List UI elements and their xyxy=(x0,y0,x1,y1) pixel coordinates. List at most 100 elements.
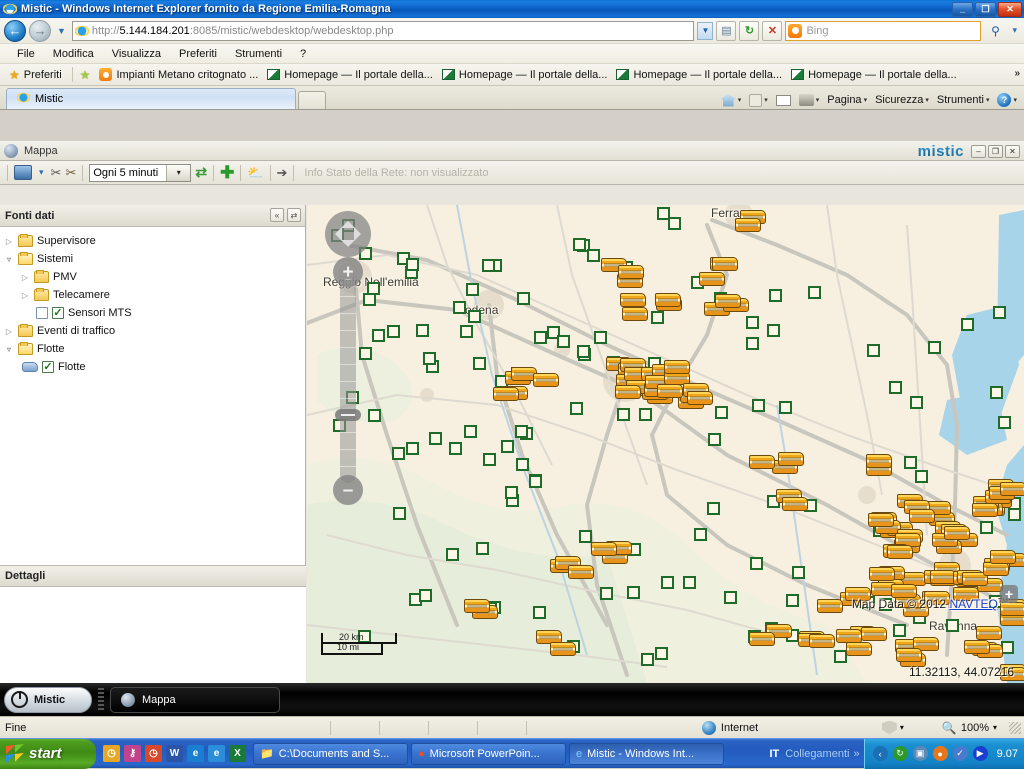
layer-image-icon[interactable] xyxy=(14,165,32,180)
windows-start-button[interactable]: start xyxy=(0,738,96,769)
sensor-marker[interactable] xyxy=(534,330,548,344)
fleet-vehicle-marker[interactable] xyxy=(1000,481,1024,496)
sensor-marker[interactable] xyxy=(707,502,721,516)
menu-item-visualizza[interactable]: Visualizza xyxy=(103,46,170,62)
fleet-vehicle-marker[interactable] xyxy=(943,525,970,540)
fleet-vehicle-marker[interactable] xyxy=(964,639,991,654)
history-dropdown-icon[interactable]: ▼ xyxy=(54,26,69,36)
sensor-marker[interactable] xyxy=(579,529,593,543)
fleet-vehicle-marker[interactable] xyxy=(749,455,776,470)
fleet-vehicle-marker[interactable] xyxy=(686,391,713,406)
favorites-button[interactable]: ★ Preferiti xyxy=(6,68,68,82)
tools-menu-button[interactable]: Strumenti ▾ xyxy=(934,93,993,107)
security-zone[interactable]: Internet xyxy=(701,720,882,735)
favorite-link-4[interactable]: Homepage — Il portale della... xyxy=(788,68,963,82)
zoom-out-button[interactable]: – xyxy=(333,475,363,505)
word-icon[interactable]: W xyxy=(166,745,183,762)
chevron-down-icon[interactable]: ▿ xyxy=(4,345,14,354)
sensor-marker[interactable] xyxy=(660,575,674,589)
menu-item-help[interactable]: ? xyxy=(291,46,315,62)
tree-item-pmv[interactable]: ▷ PMV xyxy=(4,268,305,286)
fleet-vehicle-marker[interactable] xyxy=(777,451,804,466)
layer-dropdown-caret[interactable]: ▾ xyxy=(36,167,47,178)
fleet-vehicle-marker[interactable] xyxy=(620,293,647,308)
fleet-vehicle-marker[interactable] xyxy=(663,360,690,375)
favorites-overflow-icon[interactable]: » xyxy=(1014,68,1020,79)
sensor-marker[interactable] xyxy=(516,458,530,472)
sensor-marker[interactable] xyxy=(990,386,1004,400)
sensor-marker[interactable] xyxy=(791,565,805,579)
sensor-marker[interactable] xyxy=(419,588,433,602)
sensor-marker[interactable] xyxy=(415,323,429,337)
sensor-marker[interactable] xyxy=(367,281,381,295)
fleet-vehicle-marker[interactable] xyxy=(891,584,918,599)
collapse-panel-button[interactable]: « xyxy=(270,208,284,222)
add-icon[interactable]: ✚ xyxy=(220,164,234,181)
refresh-interval-select[interactable]: Ogni 5 minuti ▾ xyxy=(89,163,192,182)
map-canvas[interactable]: Reggio Nell'emilia Modena Ferrara Ravenn… xyxy=(307,205,1024,683)
sensor-marker[interactable] xyxy=(468,309,482,323)
sensor-marker[interactable] xyxy=(656,207,670,220)
mail-button[interactable] xyxy=(773,94,794,107)
sensor-marker[interactable] xyxy=(892,624,906,638)
sensori-mts-checkbox[interactable]: ✓ xyxy=(52,307,64,319)
sensor-marker[interactable] xyxy=(501,440,514,453)
fleet-vehicle-marker[interactable] xyxy=(712,257,739,272)
map-zoom-control[interactable]: + – xyxy=(333,257,363,505)
sensor-marker[interactable] xyxy=(528,474,542,488)
sensor-marker[interactable] xyxy=(807,286,821,300)
fleet-vehicle-marker[interactable] xyxy=(781,497,808,512)
sensor-marker[interactable] xyxy=(532,606,546,620)
url-dropdown-icon[interactable]: ▼ xyxy=(697,21,714,40)
sensor-marker[interactable] xyxy=(769,288,783,302)
sensor-marker[interactable] xyxy=(723,590,737,604)
sensor-marker[interactable] xyxy=(833,650,847,664)
fleet-vehicle-marker[interactable] xyxy=(492,386,519,401)
app-minimize-button[interactable]: – xyxy=(971,145,986,158)
url-input[interactable]: http://5.144.184.201:8085/mistic/webdesk… xyxy=(71,20,695,41)
sensor-marker[interactable] xyxy=(749,556,763,570)
sensor-marker[interactable] xyxy=(465,283,479,297)
excel-icon[interactable]: X xyxy=(229,745,246,762)
fleet-vehicle-marker[interactable] xyxy=(808,634,835,649)
help-menu-button[interactable]: ? ▾ xyxy=(994,92,1020,108)
sensor-marker[interactable] xyxy=(514,424,528,438)
sensor-marker[interactable] xyxy=(472,356,486,370)
fleet-vehicle-marker[interactable] xyxy=(699,272,726,287)
favorite-link-2[interactable]: Homepage — Il portale della... xyxy=(439,68,614,82)
resize-grip[interactable] xyxy=(1009,721,1021,734)
sensor-marker[interactable] xyxy=(516,291,530,305)
tab-mistic[interactable]: Mistic xyxy=(6,88,296,109)
sensor-marker[interactable] xyxy=(569,401,583,415)
menu-item-preferiti[interactable]: Preferiti xyxy=(170,46,226,62)
sensor-marker[interactable] xyxy=(483,452,497,466)
page-menu-button[interactable]: Pagina ▾ xyxy=(824,93,870,107)
sensor-marker[interactable] xyxy=(1008,508,1021,522)
sensor-marker[interactable] xyxy=(616,407,630,421)
chevron-right-icon[interactable]: ▷ xyxy=(20,273,30,282)
fleet-vehicle-marker[interactable] xyxy=(868,566,895,581)
mistic-start-button[interactable]: Mistic xyxy=(4,686,92,713)
sync-icon[interactable]: ↻ xyxy=(892,746,908,761)
sensor-marker[interactable] xyxy=(448,441,462,455)
map-pan-control[interactable] xyxy=(325,211,371,257)
taskbar-item-powerpoint[interactable]: ● Microsoft PowerPoin... xyxy=(411,742,566,765)
chevron-right-icon[interactable]: ▷ xyxy=(4,237,14,246)
compatibility-view-button[interactable]: ▤ xyxy=(716,20,737,41)
fleet-vehicle-marker[interactable] xyxy=(621,307,648,322)
chevron-right-icon[interactable]: ▷ xyxy=(20,291,30,300)
sensor-marker[interactable] xyxy=(576,345,590,359)
fleet-vehicle-marker[interactable] xyxy=(618,264,645,279)
antivirus-icon[interactable]: ✓ xyxy=(952,746,968,761)
chevron-right-icon[interactable]: ▷ xyxy=(4,327,14,336)
fleet-vehicle-marker[interactable] xyxy=(886,544,913,559)
taskbar-grip[interactable] xyxy=(98,687,104,712)
fleet-vehicle-marker[interactable] xyxy=(896,648,923,663)
sensor-marker[interactable] xyxy=(866,343,880,357)
sensor-marker[interactable] xyxy=(927,341,941,355)
sensor-marker[interactable] xyxy=(715,405,729,419)
sensor-marker[interactable] xyxy=(638,408,652,422)
search-provider-caret[interactable]: ▾ xyxy=(1009,25,1020,36)
fleet-vehicle-marker[interactable] xyxy=(714,294,741,309)
sensor-marker[interactable] xyxy=(627,586,641,600)
